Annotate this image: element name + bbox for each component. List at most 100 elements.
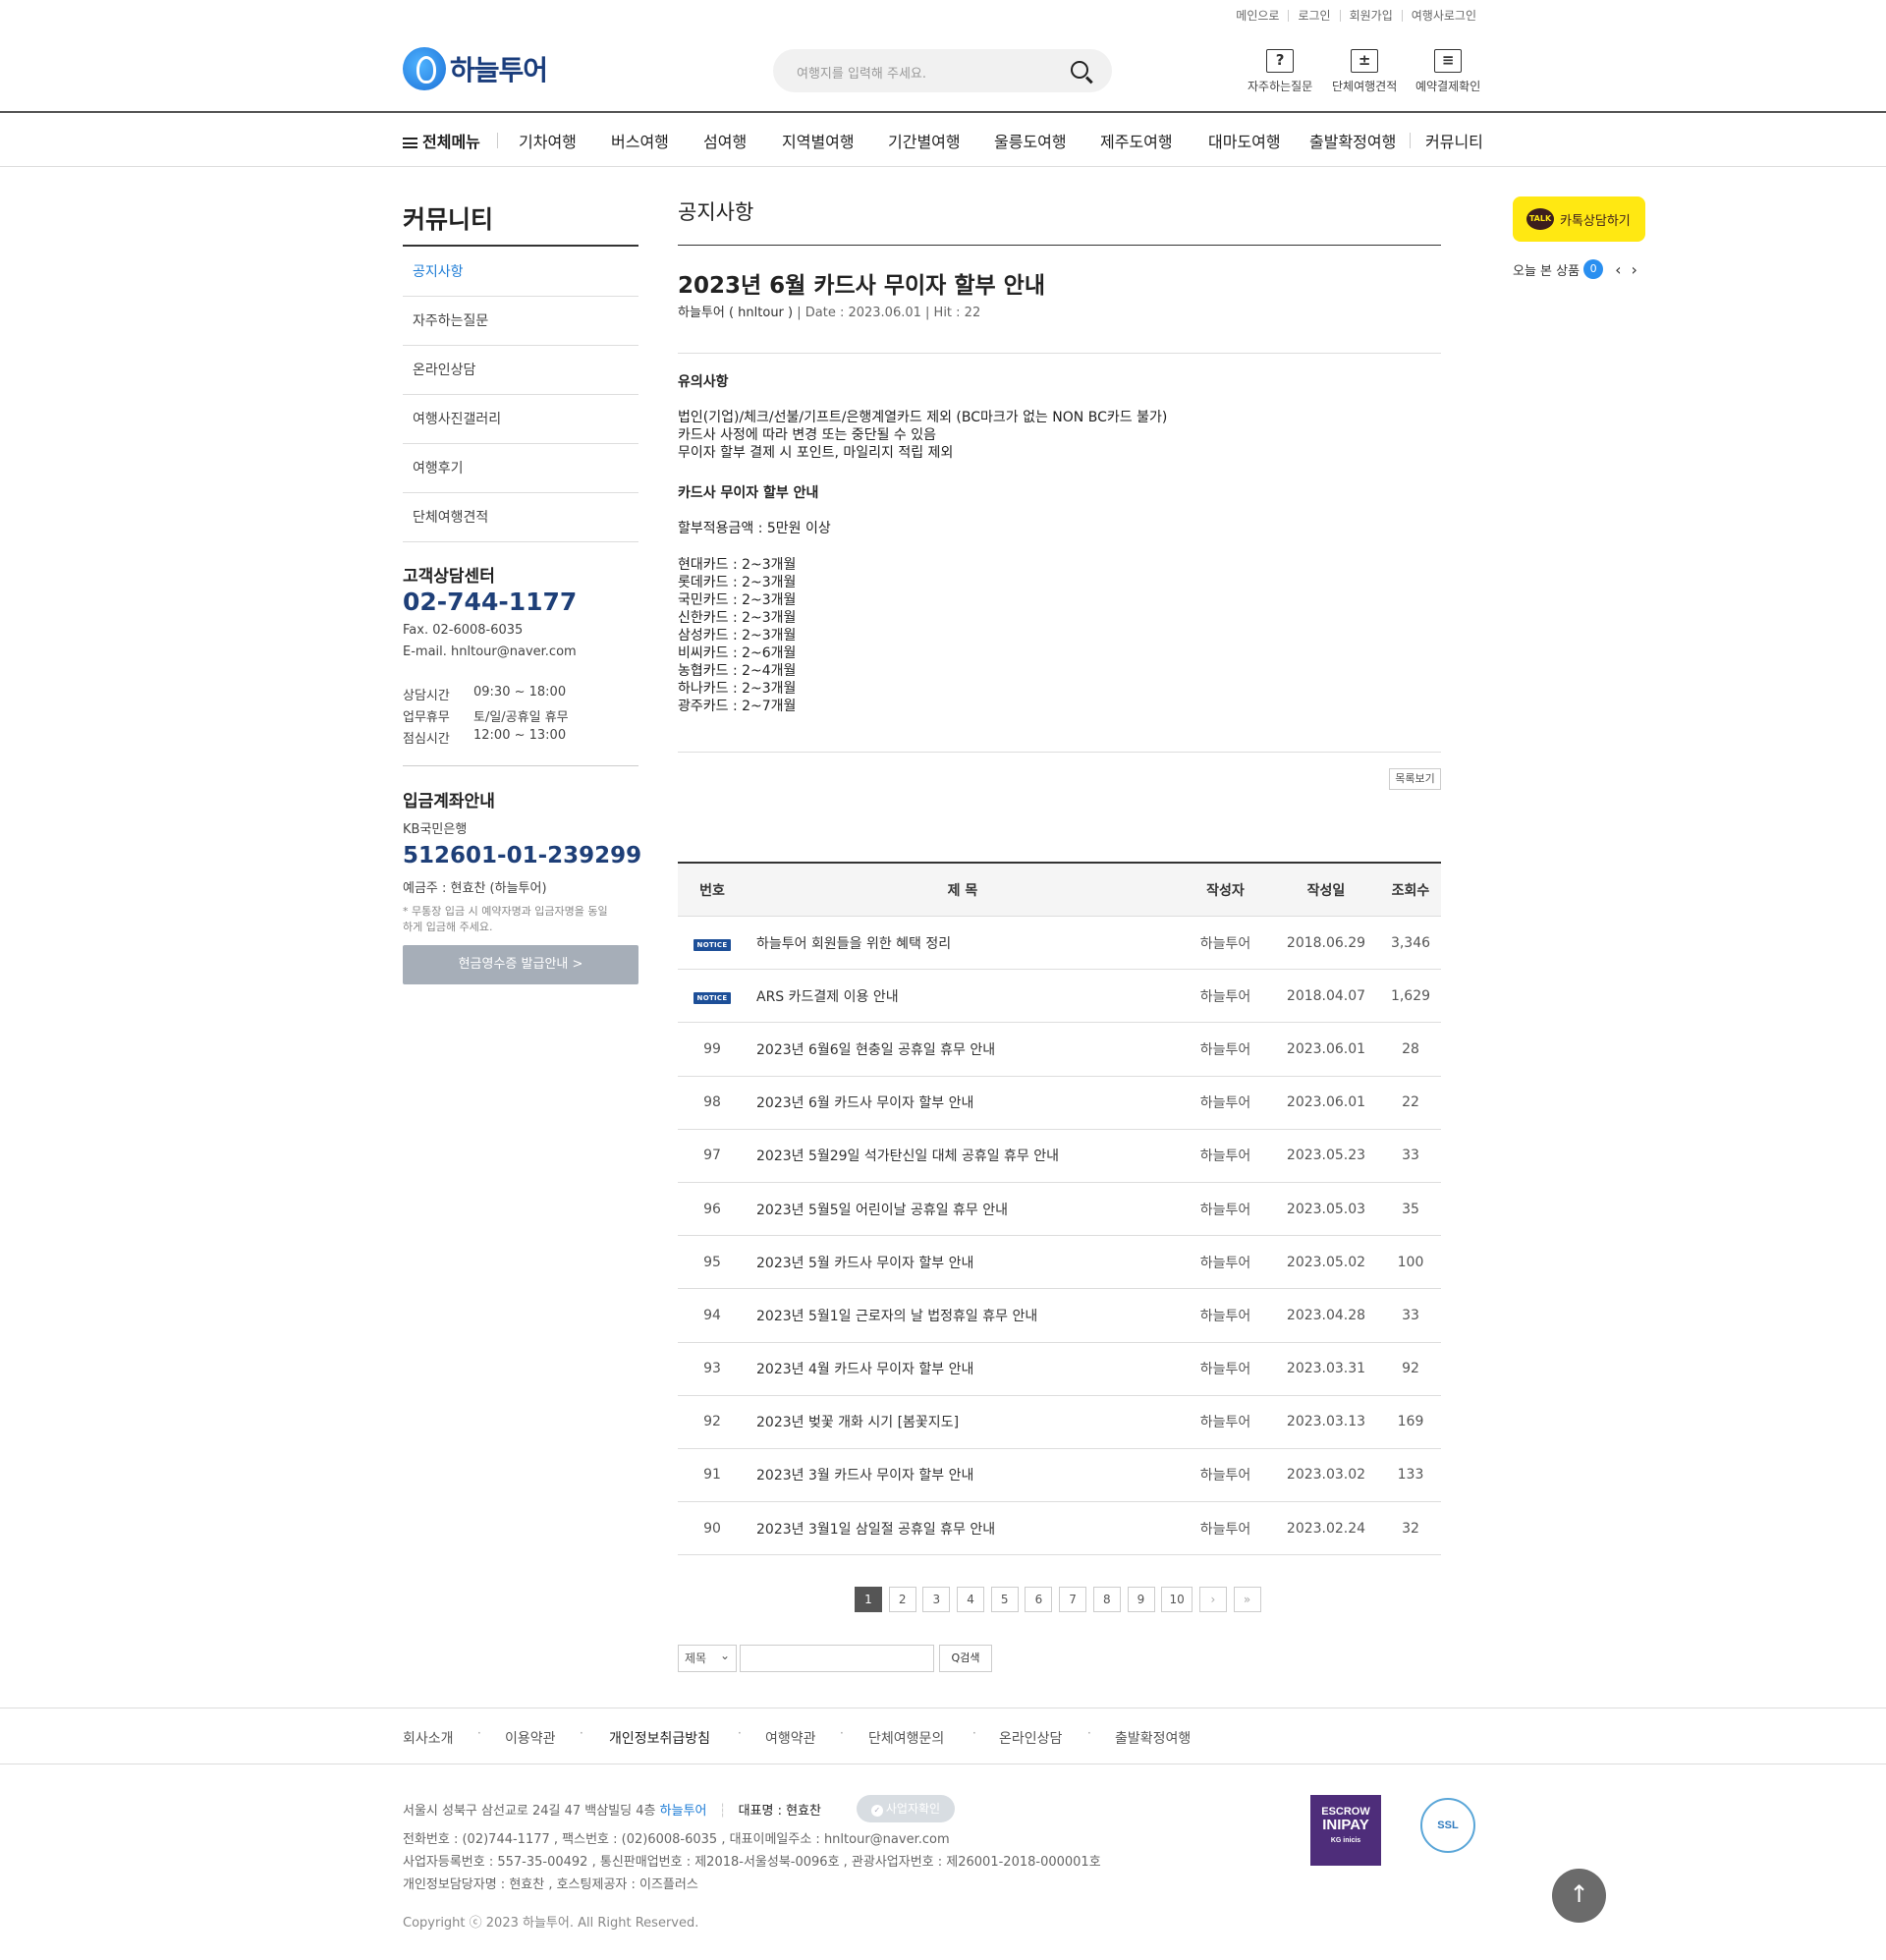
table-row[interactable]: 90 2023년 3월1일 삼일절 공휴일 휴무 안내 하늘투어 2023.02.24… <box>678 1502 1441 1556</box>
sidebar-item-gallery[interactable]: 여행사진갤러리 <box>403 395 638 444</box>
sidebar-item-online-consult[interactable]: 온라인상담 <box>403 346 638 395</box>
footer-link-travel-terms[interactable]: 여행약관 <box>765 1728 816 1748</box>
row-date: 2023.02.24 <box>1286 1520 1366 1537</box>
chevron-right-icon[interactable]: › <box>1631 260 1636 279</box>
nav-item-period[interactable]: 기간별여행 <box>888 129 961 152</box>
recent-label: 오늘 본 상품 <box>1513 263 1581 279</box>
table-row[interactable]: 91 2023년 3월 카드사 무이자 할부 안내 하늘투어 2023.03.02 13… <box>678 1449 1441 1503</box>
chevron-left-icon[interactable]: ‹ <box>1615 260 1621 279</box>
table-row[interactable]: 96 2023년 5월5일 어린이날 공휴일 휴무 안내 하늘투어 2023.05.0… <box>678 1183 1441 1237</box>
row-no: 90 <box>703 1520 721 1537</box>
board-search-button[interactable]: Q검색 <box>939 1645 992 1672</box>
business-check-button[interactable]: ✓ 사업자확인 <box>857 1795 955 1822</box>
row-hits: 1,629 <box>1390 987 1431 1004</box>
card-line: 광주카드 : 2~7개월 <box>678 699 797 714</box>
scroll-top-button[interactable]: ↑ <box>1552 1869 1606 1923</box>
row-title[interactable]: 하늘투어 회원들을 위한 혜택 정리 <box>747 933 1179 953</box>
page-button-3[interactable]: 3 <box>922 1587 951 1612</box>
row-title[interactable]: 2023년 5월 카드사 무이자 할부 안내 <box>747 1253 1179 1272</box>
row-date: 2023.03.02 <box>1286 1467 1366 1484</box>
sidebar-item-faq[interactable]: 자주하는질문 <box>403 297 638 346</box>
post-divider <box>678 353 1441 354</box>
page-next-button[interactable]: › <box>1198 1587 1227 1612</box>
logo-text: 하늘투어 <box>450 54 548 86</box>
page-button-5[interactable]: 5 <box>990 1587 1019 1612</box>
quick-link-reservation[interactable]: ≡ 예약결제확인 <box>1415 49 1480 94</box>
table-row[interactable]: 94 2023년 5월1일 근로자의 날 법정휴일 휴무 안내 하늘투어 2023.0… <box>678 1289 1441 1343</box>
util-link-agency-login[interactable]: 여행사로그인 <box>1401 10 1485 22</box>
page-button-2[interactable]: 2 <box>888 1587 916 1612</box>
inipay-text: INIPAY <box>1322 1817 1369 1833</box>
list-view-button[interactable]: 목록보기 <box>1389 768 1441 790</box>
table-row[interactable]: 97 2023년 5월29일 석가탄신일 대체 공휴일 휴무 안내 하늘투어 2023… <box>678 1130 1441 1183</box>
cash-receipt-button[interactable]: 현금영수증 발급안내 > <box>403 945 638 984</box>
util-link-login[interactable]: 로그인 <box>1288 10 1339 22</box>
nav-item-ulleungdo[interactable]: 울릉도여행 <box>994 129 1067 152</box>
footer-link-terms[interactable]: 이용약관 <box>505 1728 556 1748</box>
page-button-6[interactable]: 6 <box>1025 1587 1053 1612</box>
page-button-4[interactable]: 4 <box>957 1587 985 1612</box>
search-box[interactable]: 여행지를 입력해 주세요. <box>773 49 1112 92</box>
nav-item-jeju[interactable]: 제주도여행 <box>1100 129 1173 152</box>
row-author: 하늘투어 <box>1199 1415 1251 1431</box>
table-row[interactable]: NOTICE 하늘투어 회원들을 위한 혜택 정리 하늘투어 2018.06.29 3,… <box>678 917 1441 971</box>
logo[interactable]: 하늘투어 <box>403 47 548 90</box>
nav-item-region[interactable]: 지역별여행 <box>782 129 855 152</box>
account-bank: KB국민은행 <box>403 822 468 837</box>
search-placeholder[interactable]: 여행지를 입력해 주세요. <box>797 63 926 82</box>
table-row[interactable]: NOTICE ARS 카드결제 이용 안내 하늘투어 2018.04.07 1,629 <box>678 970 1441 1024</box>
nav-item-island[interactable]: 섬여행 <box>703 129 747 152</box>
table-row[interactable]: 92 2023년 벚꽃 개화 시기 [봄꽃지도] 하늘투어 2023.03.13 169 <box>678 1396 1441 1449</box>
footer-link-company[interactable]: 회사소개 <box>403 1728 454 1748</box>
row-title[interactable]: 2023년 벚꽃 개화 시기 [봄꽃지도] <box>747 1412 1179 1431</box>
nav-item-bus[interactable]: 버스여행 <box>611 129 669 152</box>
page-last-button[interactable]: » <box>1233 1587 1261 1612</box>
table-row[interactable]: 98 2023년 6월 카드사 무이자 할부 안내 하늘투어 2023.06.01 22 <box>678 1077 1441 1130</box>
recent-count-badge: 0 <box>1583 259 1604 279</box>
table-row[interactable]: 95 2023년 5월 카드사 무이자 할부 안내 하늘투어 2023.05.02 10… <box>678 1236 1441 1290</box>
nav-item-confirmed[interactable]: 출발확정여행 <box>1309 129 1396 152</box>
nav-item-community[interactable]: 커뮤니티 <box>1425 129 1483 152</box>
quick-link-faq[interactable]: ? 자주하는질문 <box>1248 49 1312 94</box>
kakao-consult-button[interactable]: TALK 카톡상담하기 <box>1513 196 1645 242</box>
board-search-input[interactable] <box>740 1645 934 1672</box>
row-date: 2023.05.23 <box>1286 1148 1366 1164</box>
footer-link-group-inquiry[interactable]: 단체여행문의 <box>868 1728 944 1748</box>
search-icon[interactable] <box>1071 61 1088 79</box>
row-title[interactable]: 2023년 5월1일 근로자의 날 법정휴일 휴무 안내 <box>747 1306 1179 1325</box>
row-title[interactable]: 2023년 6월6일 현충일 공휴일 휴무 안내 <box>747 1039 1179 1059</box>
table-row[interactable]: 99 2023년 6월6일 현충일 공휴일 휴무 안내 하늘투어 2023.06.01… <box>678 1023 1441 1077</box>
page-button-8[interactable]: 8 <box>1092 1587 1121 1612</box>
kakao-label: 카톡상담하기 <box>1560 213 1631 229</box>
footer-link-privacy[interactable]: 개인정보취급방침 <box>609 1728 710 1748</box>
row-title[interactable]: ARS 카드결제 이용 안내 <box>747 986 1179 1006</box>
all-menu-button[interactable]: 전체메뉴 <box>403 129 480 152</box>
post-author: 하늘투어 ( hnltour ) <box>678 306 794 320</box>
footer-link-online-consult[interactable]: 온라인상담 <box>999 1728 1062 1748</box>
row-title[interactable]: 2023년 4월 카드사 무이자 할부 안내 <box>747 1359 1179 1378</box>
row-no: 99 <box>703 1040 721 1057</box>
page-button-1[interactable]: 1 <box>855 1587 882 1612</box>
page-button-9[interactable]: 9 <box>1127 1587 1155 1612</box>
util-link-join[interactable]: 회원가입 <box>1339 10 1402 22</box>
search-field-select[interactable]: 제목 <box>678 1643 737 1672</box>
escrow-inipay-badge[interactable]: ESCROW INIPAY KG inicis <box>1310 1795 1381 1866</box>
row-title[interactable]: 2023년 3월 카드사 무이자 할부 안내 <box>747 1465 1179 1484</box>
sidebar-item-review[interactable]: 여행후기 <box>403 444 638 493</box>
util-link-main[interactable]: 메인으로 <box>1227 10 1288 22</box>
footer-dot: · <box>840 1726 844 1740</box>
sidebar-item-group-quote[interactable]: 단체여행견적 <box>403 493 638 542</box>
table-row[interactable]: 93 2023년 4월 카드사 무이자 할부 안내 하늘투어 2023.03.31 92 <box>678 1343 1441 1396</box>
sidebar-item-notice[interactable]: 공지사항 <box>403 248 638 297</box>
row-title[interactable]: 2023년 5월5일 어린이날 공휴일 휴무 안내 <box>747 1200 1179 1219</box>
row-author: 하늘투어 <box>1199 1095 1251 1112</box>
page-button-10[interactable]: 10 <box>1161 1587 1193 1612</box>
page-button-7[interactable]: 7 <box>1059 1587 1087 1612</box>
nav-item-tsushima[interactable]: 대마도여행 <box>1208 129 1281 152</box>
footer-link-confirmed[interactable]: 출발확정여행 <box>1115 1728 1191 1748</box>
row-title[interactable]: 2023년 5월29일 석가탄신일 대체 공휴일 휴무 안내 <box>747 1146 1179 1165</box>
nav-item-train[interactable]: 기차여행 <box>519 129 577 152</box>
quick-link-group-quote[interactable]: ± 단체여행견적 <box>1332 49 1397 94</box>
row-title[interactable]: 2023년 6월 카드사 무이자 할부 안내 <box>747 1092 1179 1112</box>
row-title[interactable]: 2023년 3월1일 삼일절 공휴일 휴무 안내 <box>747 1519 1179 1539</box>
